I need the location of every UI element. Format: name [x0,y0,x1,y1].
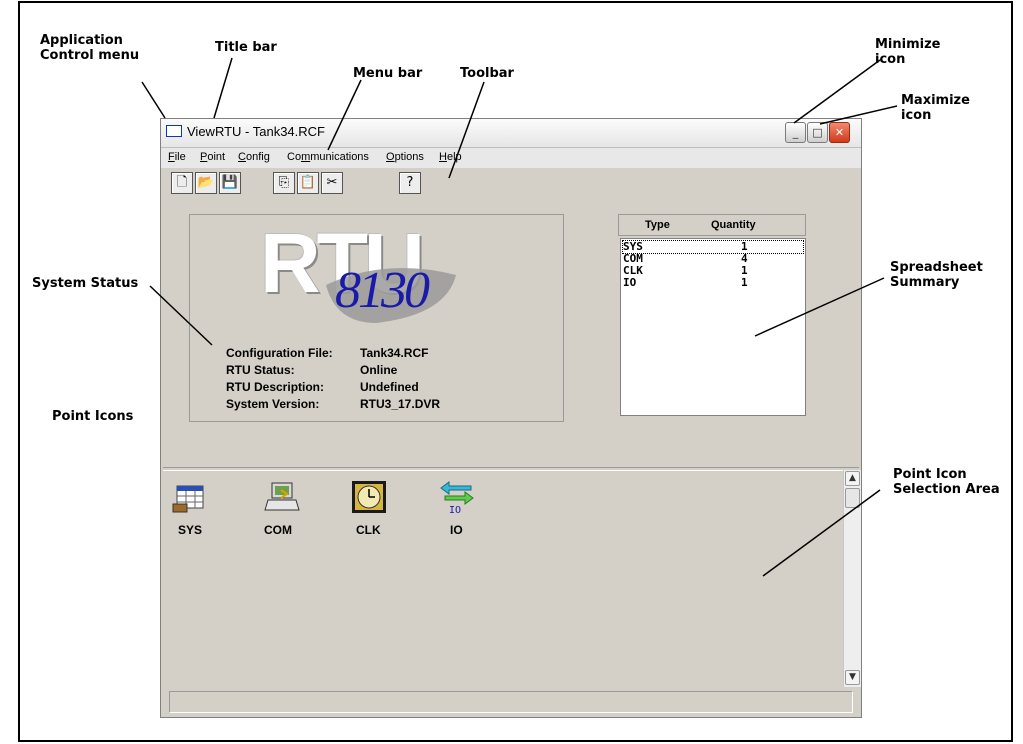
leader-control-menu [141,81,166,119]
leader-point-icon-area [762,489,881,577]
leader-title-bar [213,57,233,119]
leader-toolbar [448,81,485,179]
leader-menu-bar [327,79,362,151]
leader-maximize [819,105,898,125]
leader-system-status [149,285,213,346]
callout-leader-lines [141,57,898,577]
leader-spreadsheet-summary [754,277,885,337]
